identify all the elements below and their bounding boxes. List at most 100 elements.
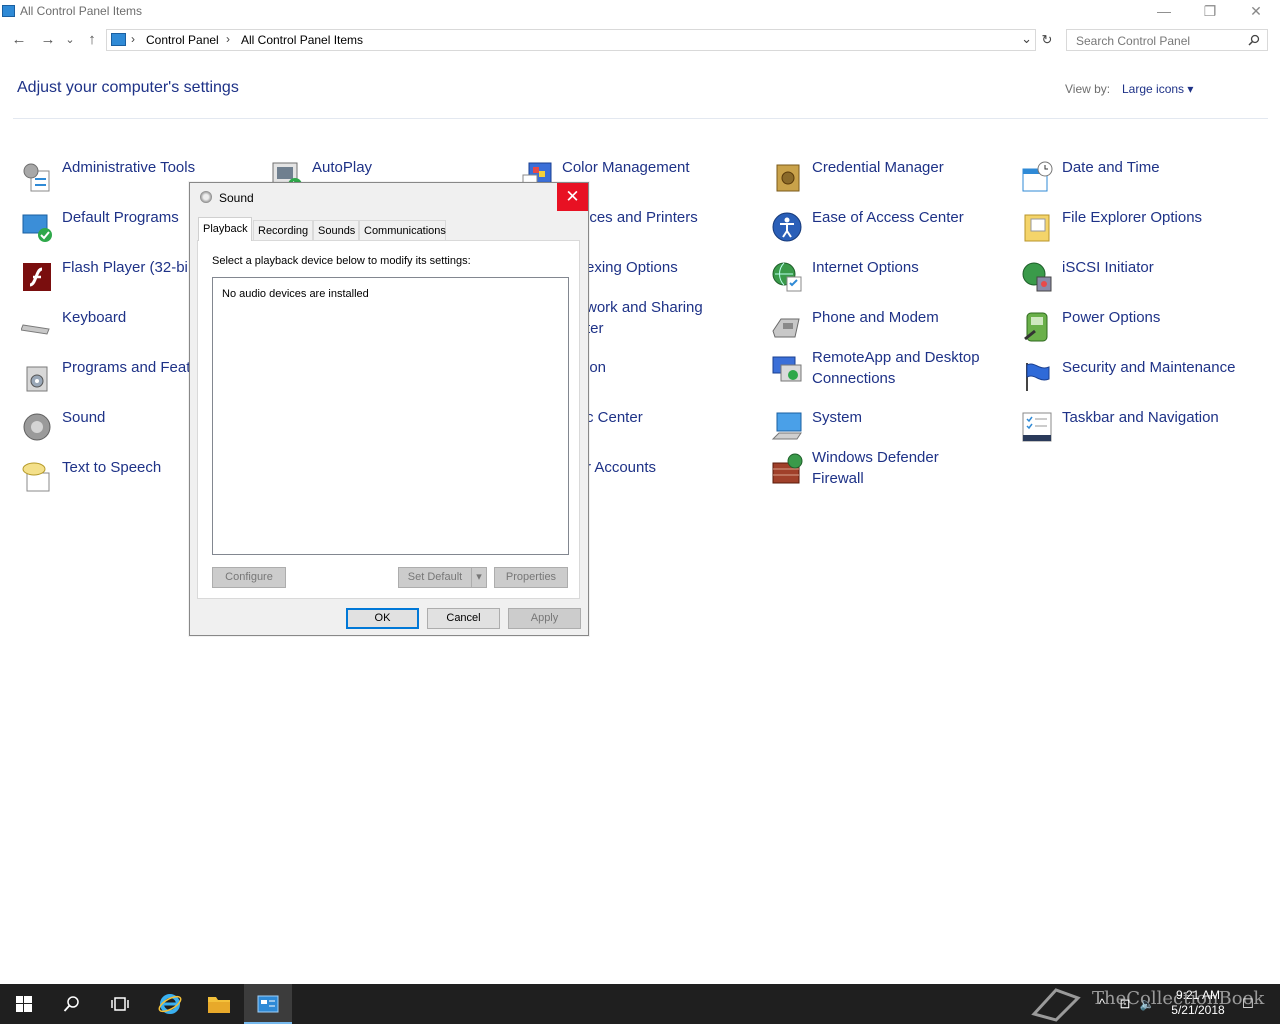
- internet-options-icon: [772, 262, 802, 292]
- search-taskbar-button[interactable]: [48, 984, 96, 1024]
- item-label: Color Management: [562, 159, 690, 176]
- internet-explorer-icon: [158, 994, 182, 1014]
- task-view-button[interactable]: [96, 984, 144, 1024]
- item-label: Windows Defender: [812, 449, 939, 466]
- apply-button[interactable]: Apply: [508, 608, 581, 629]
- programs-and-features-icon: [26, 366, 48, 392]
- control-panel-icon: [2, 5, 15, 17]
- restore-button[interactable]: ❐: [1187, 0, 1233, 24]
- firewall-icon: [772, 453, 803, 484]
- sound-dialog: Sound ✕ Playback Recording Sounds Commun…: [189, 182, 589, 636]
- administrative-tools-icon: [23, 163, 50, 192]
- item-label: iSCSI Initiator: [1062, 259, 1154, 276]
- close-window-button[interactable]: ✕: [1233, 0, 1279, 24]
- search-input[interactable]: [1074, 33, 1248, 49]
- breadcrumb-separator[interactable]: ›: [131, 32, 135, 46]
- network-icon[interactable]: ⊡: [1116, 984, 1134, 1024]
- credential-manager-icon: [776, 164, 800, 192]
- file-explorer-button[interactable]: [195, 984, 243, 1024]
- recent-locations-button[interactable]: ⌄: [62, 30, 78, 50]
- folder-icon: [208, 997, 230, 1013]
- task-view-icon: [111, 997, 129, 1011]
- item-label: c Center: [586, 409, 643, 426]
- dialog-close-button[interactable]: ✕: [557, 183, 588, 211]
- internet-explorer-button[interactable]: [146, 984, 194, 1024]
- clock-date: 5/21/2018: [1171, 1003, 1225, 1017]
- tab-playback[interactable]: Playback: [198, 217, 252, 241]
- breadcrumb-separator[interactable]: ›: [226, 32, 230, 46]
- title-bar: All Control Panel Items — ❐ ✕: [0, 0, 1280, 24]
- configure-button[interactable]: Configure: [212, 567, 286, 588]
- item-label: File Explorer Options: [1062, 209, 1203, 226]
- item-label: Sound: [62, 409, 106, 426]
- ok-button[interactable]: OK: [346, 608, 419, 629]
- speaker-icon: [200, 191, 212, 203]
- minimize-button[interactable]: —: [1141, 0, 1187, 24]
- search-box[interactable]: [1066, 29, 1268, 51]
- page-title: Adjust your computer's settings: [17, 79, 239, 96]
- control-panel-icon: [111, 33, 126, 46]
- forward-button[interactable]: →: [38, 30, 58, 50]
- taskbar-icon: [1022, 412, 1052, 442]
- item-label: Flash Player (32-bi: [62, 259, 188, 276]
- view-by-dropdown[interactable]: Large icons ▾: [1122, 82, 1193, 96]
- refresh-button[interactable]: ↻: [1038, 29, 1056, 51]
- breadcrumb-all-items[interactable]: All Control Panel Items: [241, 33, 363, 47]
- item-label: Power Options: [1062, 309, 1161, 326]
- window-title: All Control Panel Items: [20, 4, 143, 18]
- keyboard-icon: [21, 324, 50, 335]
- properties-button[interactable]: Properties: [494, 567, 568, 588]
- address-dropdown-button[interactable]: ⌄: [1021, 31, 1032, 47]
- item-label: Text to Speech: [62, 459, 162, 476]
- cancel-button[interactable]: Cancel: [427, 608, 500, 629]
- notifications-icon[interactable]: ☐: [1238, 984, 1258, 1024]
- windows-logo-icon: [16, 996, 32, 1012]
- item-label: Programs and Feat: [62, 359, 191, 376]
- default-programs-icon: [22, 214, 52, 242]
- speaker-icon: [23, 413, 51, 441]
- item-label: RemoteApp and Desktop: [812, 349, 980, 366]
- control-panel-icon: [257, 995, 279, 1013]
- device-list[interactable]: No audio devices are installed: [212, 277, 569, 555]
- dialog-title: Sound: [219, 191, 254, 205]
- tab-panel: Select a playback device below to modify…: [197, 240, 580, 599]
- address-bar[interactable]: › Control Panel › All Control Panel Item…: [106, 29, 1036, 51]
- tab-recording[interactable]: Recording: [253, 220, 313, 240]
- text-to-speech-icon: [22, 462, 50, 492]
- instruction-text: Select a playback device below to modify…: [212, 255, 471, 267]
- breadcrumb-control-panel[interactable]: Control Panel: [146, 33, 219, 47]
- start-button[interactable]: [0, 984, 48, 1024]
- item-label: Keyboard: [62, 309, 127, 326]
- search-icon[interactable]: [1248, 34, 1260, 46]
- item-label: r Accounts: [586, 459, 657, 476]
- item-label: AutoPlay: [312, 159, 373, 176]
- system-icon: [771, 412, 802, 440]
- phone-icon: [772, 318, 800, 338]
- item-label: Credential Manager: [812, 159, 944, 176]
- item-label: Firewall: [812, 470, 864, 487]
- tab-communications[interactable]: Communications: [359, 220, 446, 240]
- show-hidden-icons-button[interactable]: ^: [1094, 984, 1110, 1024]
- item-label: Internet Options: [812, 259, 919, 276]
- control-panel-taskbar-button[interactable]: [244, 984, 292, 1024]
- search-icon: [63, 996, 79, 1012]
- up-button[interactable]: ↑: [82, 30, 102, 50]
- item-label: Connections: [812, 370, 896, 387]
- set-default-button[interactable]: Set Default: [398, 567, 472, 588]
- item-label: Administrative Tools: [62, 159, 196, 176]
- back-button[interactable]: ←: [9, 30, 29, 50]
- tab-sounds[interactable]: Sounds: [313, 220, 359, 240]
- divider: [13, 118, 1268, 119]
- item-label: Ease of Access Center: [812, 209, 964, 226]
- empty-message: No audio devices are installed: [222, 288, 369, 300]
- item-label: Taskbar and Navigation: [1062, 409, 1219, 426]
- set-default-dropdown[interactable]: ▾: [471, 567, 487, 588]
- file-explorer-options-icon: [1024, 214, 1050, 242]
- clock[interactable]: 9:21 AM 5/21/2018: [1160, 988, 1236, 1018]
- item-label: Date and Time: [1062, 159, 1160, 176]
- taskbar: TheCollectionBook ^ ⊡ 🔈 9:21 AM 5/21/201…: [0, 984, 1280, 1024]
- ease-of-access-icon: [772, 212, 802, 242]
- item-label: System: [812, 409, 863, 426]
- flash-player-icon: [23, 263, 51, 291]
- volume-icon[interactable]: 🔈: [1138, 984, 1156, 1024]
